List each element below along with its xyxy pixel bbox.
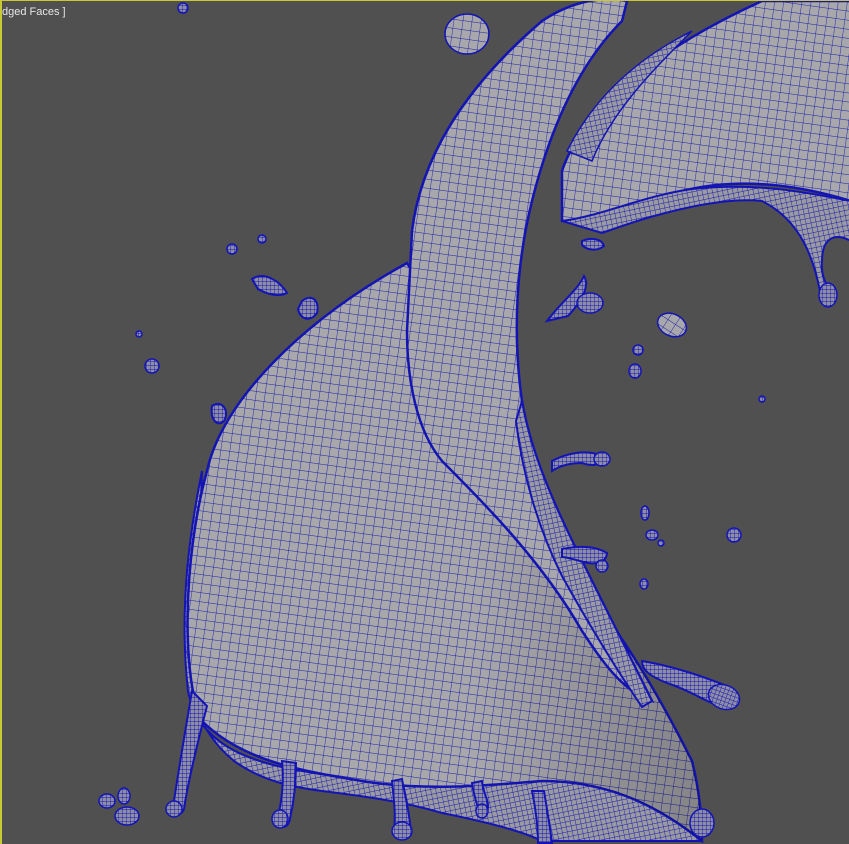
droplet [165, 800, 183, 818]
droplet [726, 527, 742, 543]
perspective-viewport[interactable]: dged Faces ] [0, 0, 849, 844]
droplet [257, 234, 267, 244]
liquid-splash-mesh[interactable] [2, 1, 849, 844]
droplet [639, 578, 649, 590]
droplet [117, 787, 131, 805]
droplet [632, 344, 644, 356]
droplet [271, 809, 289, 829]
droplet [640, 505, 650, 521]
droplet [98, 793, 116, 809]
droplet [475, 803, 489, 819]
droplet [595, 559, 609, 573]
droplet [135, 330, 143, 338]
droplet [593, 451, 611, 467]
splash-wave-upper [560, 1, 849, 305]
droplet [656, 312, 688, 338]
droplet [818, 282, 838, 308]
droplet [114, 806, 140, 826]
droplet [689, 808, 715, 838]
droplet [657, 539, 665, 547]
droplet [645, 529, 659, 541]
droplet [144, 358, 160, 374]
droplet [226, 243, 238, 255]
droplet [177, 2, 189, 14]
droplet [444, 13, 490, 55]
droplet [576, 292, 604, 314]
droplet [758, 395, 766, 403]
droplet [628, 363, 642, 379]
droplet [391, 821, 413, 841]
